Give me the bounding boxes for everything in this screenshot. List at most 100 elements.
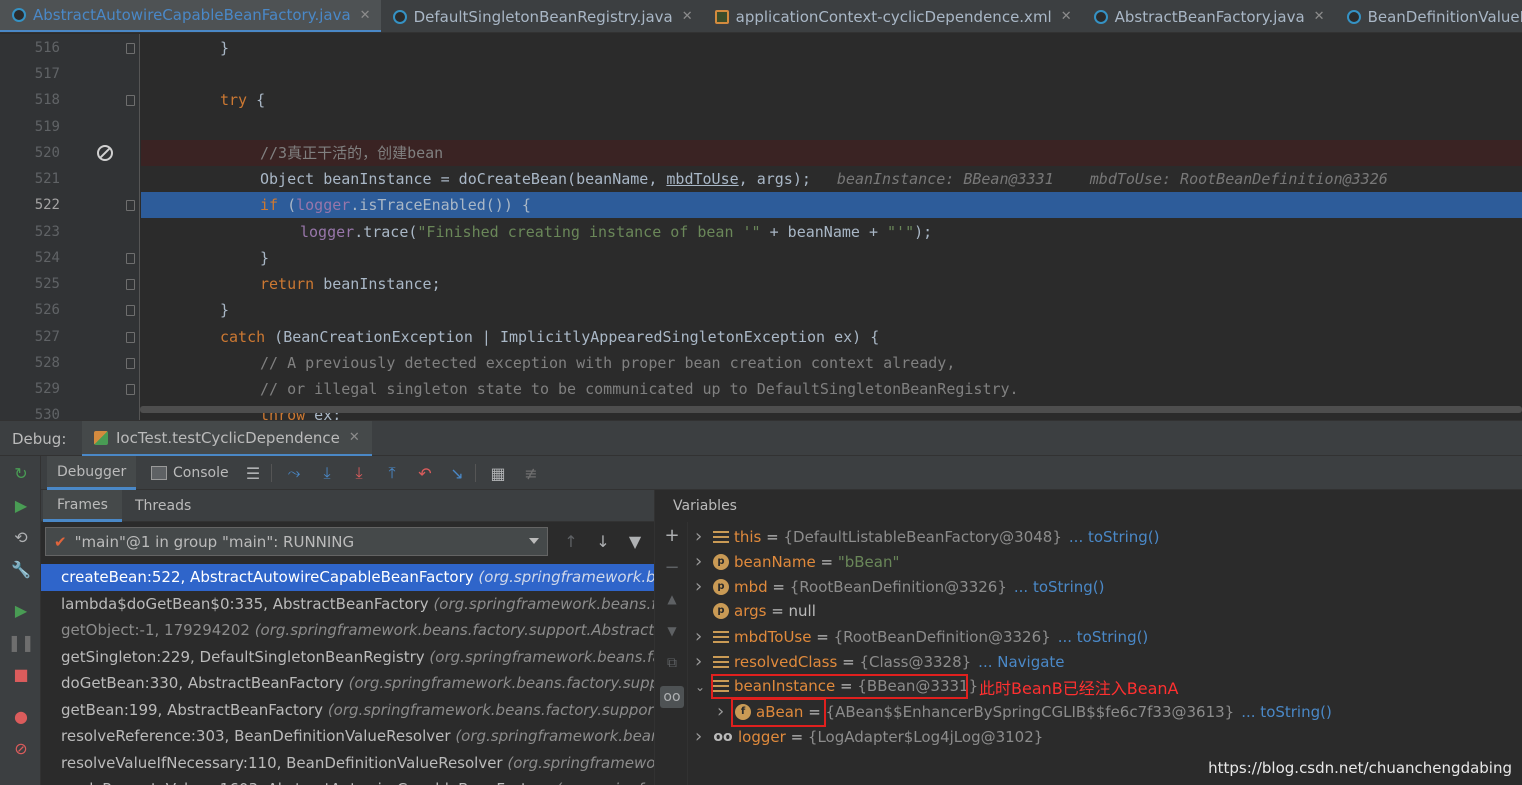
stack-frame[interactable]: getSingleton:229, DefaultSingletonBeanRe… [41, 644, 654, 671]
close-icon[interactable]: ✕ [349, 430, 360, 445]
tab-debugger[interactable]: Debugger [47, 456, 137, 490]
run-to-cursor-icon[interactable]: ↘ [447, 463, 467, 483]
rerun-icon[interactable]: ↻ [11, 463, 31, 483]
variable-row[interactable]: › oo logger = {LogAdapter$Log4jLog@3102} [695, 724, 1043, 749]
frame-method: doGetBean:330, AbstractBeanFactory [61, 674, 349, 692]
stack-frame[interactable]: resolveReference:303, BeanDefinitionValu… [41, 723, 654, 750]
settings-wrench-icon[interactable]: 🔧 [11, 559, 31, 579]
variable-action-link[interactable]: ... toString() [1014, 578, 1105, 596]
stack-frame[interactable]: lambda$doGetBean$0:335, AbstractBeanFact… [41, 591, 654, 618]
filter-icon[interactable]: ▼ [626, 532, 644, 551]
current-line-number: 522 [34, 197, 60, 213]
arrow-down-icon[interactable]: ↓ [594, 532, 612, 551]
thread-selector[interactable]: ✔ "main"@1 in group "main": RUNNING [45, 527, 548, 556]
frame-package: (org.springframework.beans.factory.suppo… [429, 647, 654, 666]
variable-value: {ABean$$EnhancerBySpringCGLIB$$fe6c7f33@… [825, 703, 1235, 721]
stack-frame[interactable]: applyPropertyValues:1603, AbstractAutowi… [41, 776, 654, 785]
fold-marker-icon[interactable] [126, 305, 135, 316]
frame-method: resolveReference:303, BeanDefinitionValu… [61, 727, 456, 745]
tab-bean-definition-value[interactable]: BeanDefinitionValueReso [1335, 0, 1522, 32]
variable-action-link[interactable]: ... Navigate [978, 653, 1064, 671]
code-editor[interactable]: 516 517 518 519 520 521 522 523 524 525 … [0, 34, 1522, 420]
variable-row[interactable]: p args = null [695, 599, 816, 624]
variable-row[interactable]: › mbdToUse = {RootBeanDefinition@3326}...… [695, 624, 1148, 649]
add-watch-icon[interactable]: + [663, 525, 681, 546]
step-over-icon[interactable]: ⤓ [317, 463, 337, 483]
tab-frames[interactable]: Frames [43, 490, 122, 522]
show-watches-icon[interactable]: oo [660, 686, 684, 708]
debug-session-tab[interactable]: IocTest.testCyclicDependence ✕ [82, 421, 372, 457]
resume-icon[interactable]: ▶ [11, 600, 31, 620]
chevron-down-icon[interactable]: ⌄ [695, 675, 709, 700]
mute-breakpoints-icon[interactable]: ⊘ [11, 738, 31, 758]
move-up-icon[interactable]: ▲ [663, 590, 681, 608]
chevron-right-icon[interactable]: › [695, 574, 709, 599]
stack-frame[interactable]: doGetBean:330, AbstractBeanFactory (org.… [41, 670, 654, 697]
step-into-icon[interactable]: ⤓ [349, 463, 369, 483]
variables-header: Variables [655, 490, 1522, 522]
tab-label: DefaultSingletonBeanRegistry.java [413, 7, 673, 26]
variable-name: mbd [734, 578, 768, 596]
tab-default-singleton[interactable]: DefaultSingletonBeanRegistry.java ✕ [381, 0, 703, 32]
chevron-right-icon[interactable]: › [695, 724, 709, 749]
variable-action-link[interactable]: ... toString() [1069, 528, 1160, 546]
close-icon[interactable]: ✕ [1061, 9, 1072, 24]
evaluate-expression-icon[interactable]: ▦ [488, 463, 508, 483]
variable-value: {DefaultListableBeanFactory@3048} [783, 528, 1062, 546]
tab-abstract-autowire[interactable]: AbstractAutowireCapableBeanFactory.java … [0, 0, 381, 32]
chevron-right-icon[interactable]: › [717, 699, 731, 724]
horizontal-scrollbar[interactable] [140, 406, 1522, 413]
fold-marker-icon[interactable] [126, 384, 135, 395]
disabled-breakpoint-icon[interactable] [97, 145, 113, 161]
line-number: 524 [34, 250, 60, 266]
arrow-up-icon[interactable]: ↑ [562, 532, 580, 551]
pause-icon[interactable]: ❚❚ [8, 632, 35, 652]
variable-action-link[interactable]: ... toString() [1058, 628, 1149, 646]
remove-watch-icon[interactable]: − [663, 557, 681, 578]
close-icon[interactable]: ✕ [360, 8, 371, 23]
fold-marker-icon[interactable] [126, 358, 135, 369]
move-down-icon[interactable]: ▼ [663, 622, 681, 640]
variable-row[interactable]: › resolvedClass = {Class@3328} ... Navigat… [695, 649, 1065, 674]
code-line: try { [141, 87, 1522, 113]
line-number: 521 [34, 171, 60, 187]
stop-icon[interactable]: ■ [11, 664, 31, 684]
menu-lines-icon[interactable]: ☰ [243, 463, 263, 483]
fold-marker-icon[interactable] [126, 279, 135, 290]
chevron-right-icon[interactable]: › [695, 524, 709, 549]
fold-marker-icon[interactable] [126, 332, 135, 343]
close-icon[interactable]: ✕ [1314, 9, 1325, 24]
fold-marker-icon[interactable] [126, 253, 135, 264]
step-out-icon[interactable]: ⤒ [382, 463, 402, 483]
view-breakpoints-icon[interactable]: ● [11, 706, 31, 726]
show-execution-point-icon[interactable]: ⤳ [284, 463, 304, 483]
variable-action-link[interactable]: ... toString() [1241, 703, 1332, 721]
tab-threads[interactable]: Threads [121, 490, 205, 522]
tab-abstract-bean-factory[interactable]: AbstractBeanFactory.java ✕ [1082, 0, 1335, 32]
chevron-right-icon[interactable]: › [695, 549, 709, 574]
drop-frame-icon[interactable]: ↶ [415, 463, 435, 483]
stack-frame[interactable]: createBean:522, AbstractAutowireCapableB… [41, 564, 654, 591]
chevron-right-icon[interactable]: › [695, 649, 709, 674]
fold-marker-icon[interactable] [126, 43, 135, 54]
copy-icon[interactable]: ⧉ [663, 654, 681, 672]
code-line: } [141, 297, 1522, 323]
stack-frame[interactable]: resolveValueIfNecessary:110, BeanDefinit… [41, 750, 654, 777]
close-icon[interactable]: ✕ [682, 9, 693, 24]
stack-frame[interactable]: getObject:-1, 179294202 (org.springframe… [41, 617, 654, 644]
frame-method: getSingleton:229, DefaultSingletonBeanRe… [61, 647, 430, 666]
tab-application-context-xml[interactable]: applicationContext-cyclicDependence.xml … [703, 0, 1082, 32]
variable-row[interactable]: › p beanName = "bBean" [695, 549, 899, 574]
fold-marker-icon[interactable] [126, 200, 135, 211]
trace-icon[interactable]: ≢ [521, 463, 541, 483]
stack-frame[interactable]: getBean:199, AbstractBeanFactory (org.sp… [41, 697, 654, 724]
chevron-right-icon[interactable]: › [695, 624, 709, 649]
param-icon: p [713, 578, 729, 595]
tab-console[interactable]: Console [151, 456, 229, 490]
variable-row[interactable]: › p mbd = {RootBeanDefinition@3326} ... toS… [695, 574, 1104, 599]
restore-layout-icon[interactable]: ⟲ [11, 527, 31, 547]
rerun-failed-icon[interactable]: ▶ [11, 495, 31, 515]
line-number: 519 [34, 119, 60, 135]
fold-marker-icon[interactable] [126, 95, 135, 106]
variable-row[interactable]: › this = {DefaultListableBeanFactory@3048… [695, 524, 1160, 549]
